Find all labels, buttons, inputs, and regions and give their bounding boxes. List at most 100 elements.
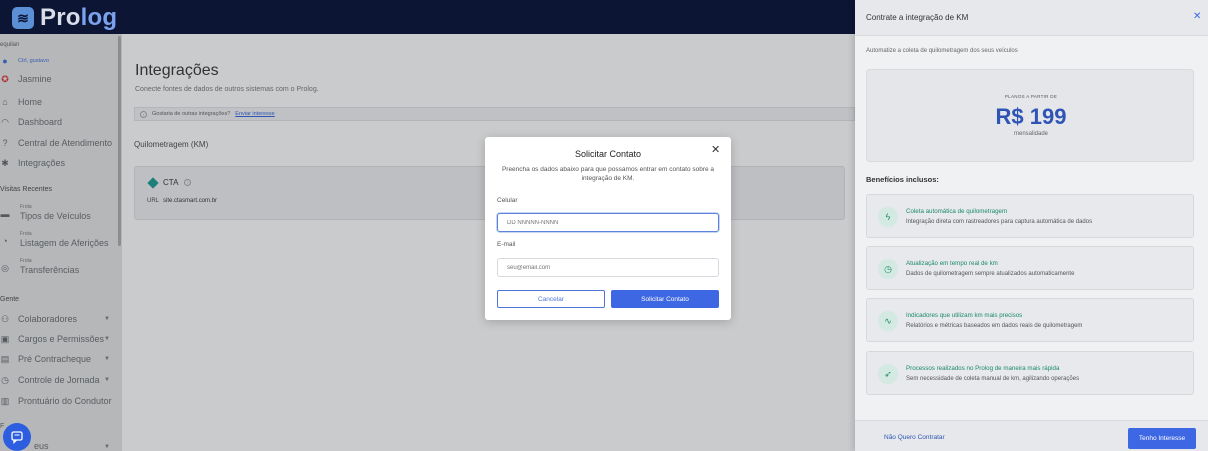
chevron-down-icon: ▼ <box>104 316 110 322</box>
sidebar-context-label: equilan <box>0 42 20 48</box>
benefit-item: ➶ Processos realizados no Prolog de mane… <box>866 351 1194 395</box>
sidebar-item-central-atendimento[interactable]: ? Central de Atendimento <box>0 135 112 151</box>
sidebar-item-home[interactable]: ⌂ Home <box>0 94 42 110</box>
benefit-title: Atualização em tempo real de km <box>906 260 998 267</box>
decline-button[interactable]: Não Quero Contratar <box>884 434 945 441</box>
url-value: site.ctasmart.com.br <box>163 198 218 204</box>
sidebar-item-label: Central de Atendimento <box>18 138 113 148</box>
sidebar-item-colaboradores[interactable]: ⚇ Colaboradores <box>0 311 77 327</box>
help-circle-icon: ? <box>2 138 8 148</box>
user-icon: ● <box>2 56 8 66</box>
benefit-title: Coleta automática de quilometragem <box>906 208 1008 215</box>
id-card-icon: ▣ <box>0 333 10 344</box>
info-icon: i <box>140 110 147 118</box>
recent-item-category: Frota <box>20 204 32 210</box>
cancel-button[interactable]: Cancelar <box>497 290 605 308</box>
close-icon[interactable]: ✕ <box>711 143 720 156</box>
drawer-title: Contrate a integração de KM <box>866 13 969 22</box>
clock-search-icon: ◷ <box>1 374 9 385</box>
send-interest-link[interactable]: Enviar interesse <box>235 111 274 117</box>
benefit-description: Relatórios e métricas baseados em dados … <box>906 323 1083 329</box>
integration-url: URL site.ctasmart.com.br <box>147 198 217 204</box>
chat-button[interactable] <box>3 423 31 451</box>
email-label: E-mail <box>497 241 516 248</box>
sidebar-item-label: Dashboard <box>18 117 63 127</box>
company-badge-icon: ✪ <box>1 73 9 84</box>
benefit-description: Dados de quilometragem sempre atualizado… <box>906 271 1075 277</box>
benefit-item: ∿ Indicadores que utilizam km mais preci… <box>866 298 1194 342</box>
rocket-icon: ➶ <box>878 364 898 384</box>
sidebar-item-label: Cargos e Permissões <box>18 334 105 344</box>
interest-button[interactable]: Tenho Interesse <box>1128 428 1196 449</box>
lightning-icon: ϟ <box>878 207 898 227</box>
recent-item-category: Frota <box>20 258 32 264</box>
price-prefix: PLANOS A PARTIR DE <box>1004 94 1058 99</box>
price-value: R$ 199 <box>995 104 1067 129</box>
sidebar-item-pre-contracheque[interactable]: ▤ Pré Contracheque <box>0 351 91 367</box>
price-suffix: mensalidade <box>1013 131 1049 137</box>
prolog-logo[interactable]: ≋ Prolog <box>12 4 117 32</box>
sidebar-item-label: eus <box>34 441 49 451</box>
sidebar-item-prontuario-condutor[interactable]: ▥ Prontuário do Condutor <box>0 393 112 409</box>
benefit-item: ◷ Atualização em tempo real de km Dados … <box>866 246 1194 290</box>
clock-icon: ◷ <box>878 259 898 279</box>
sidebar-item-label: Jasmine <box>18 74 52 84</box>
users-icon: ⚇ <box>0 313 10 324</box>
sidebar-item-controle-jornada[interactable]: ◷ Controle de Jornada <box>0 372 100 388</box>
phone-label: Celular <box>497 197 518 204</box>
sidebar-item-label: Controle de Jornada <box>18 375 100 385</box>
phone-input[interactable] <box>497 213 719 232</box>
request-contact-button[interactable]: Solicitar Contato <box>611 290 719 308</box>
recent-item-label: Listagem de Aferições <box>20 238 109 248</box>
recent-item-transferencias[interactable]: ◎ Frota Transferências <box>0 258 79 275</box>
drawer-subtitle: Automatize a coleta de quilometragem dos… <box>866 48 1018 54</box>
recent-item-tipos-veiculos[interactable]: ▬ Frota Tipos de Veículos <box>0 204 91 221</box>
tire-icon: ◎ <box>1 262 9 273</box>
recent-item-label: Transferências <box>20 265 80 275</box>
sidebar-item-jasmine[interactable]: ✪ Jasmine <box>0 71 52 87</box>
email-input[interactable] <box>497 258 719 277</box>
drawer-footer: Não Quero Contratar Tenho Interesse <box>855 420 1208 451</box>
activity-icon: ∿ <box>878 311 898 331</box>
chevron-down-icon: ▼ <box>104 377 110 383</box>
sidebar-item-bottom[interactable]: eus <box>34 438 49 451</box>
section-title-km: Quilometragem (KM) <box>134 140 209 149</box>
info-banner: i Gostaria de outras integrações? Enviar… <box>134 107 855 121</box>
km-integration-drawer: Contrate a integração de KM ✕ Automatize… <box>855 0 1208 451</box>
integration-name-text: CTA <box>163 178 179 187</box>
benefit-description: Sem necessidade de coleta manual de km, … <box>906 376 1080 382</box>
contact-request-modal: Solicitar Contato ✕ Preencha os dados ab… <box>485 137 731 320</box>
recent-item-category: Frota <box>20 231 32 237</box>
logo-text: Prolog <box>40 4 118 31</box>
sidebar-item-label: Integrações <box>18 158 66 168</box>
truck-icon: ▬ <box>0 209 10 219</box>
info-text: Gostaria de outras integrações? <box>152 111 231 117</box>
modal-description: Preencha os dados abaixo para que possam… <box>501 166 715 182</box>
sidebar-scrollbar[interactable] <box>118 36 121 246</box>
sidebar-bottom-category: F <box>0 423 5 430</box>
sidebar-item-cargos-permissoes[interactable]: ▣ Cargos e Permissões <box>0 331 104 347</box>
sidebar-item-dashboard[interactable]: ◠ Dashboard <box>0 114 62 130</box>
sidebar-item-integracoes[interactable]: ✱ Integrações <box>0 155 65 171</box>
chevron-down-icon: ▼ <box>104 356 110 362</box>
home-icon: ⌂ <box>2 97 8 107</box>
recent-item-listagem-afericoes[interactable]: ◔ Frota Listagem de Aferições <box>0 231 109 248</box>
pricing-box: PLANOS A PARTIR DE R$ 199 mensalidade <box>866 69 1194 162</box>
recent-visits-heading: Visitas Recentes <box>0 186 53 193</box>
benefits-heading: Benefícios inclusos: <box>866 175 939 184</box>
chat-icon <box>11 431 23 444</box>
sidebar-user[interactable]: ● Ctrl, gustavo <box>0 56 49 66</box>
benefit-title: Processos realizados no Prolog de maneir… <box>906 365 1060 372</box>
help-circle-icon[interactable]: ? <box>184 179 192 186</box>
prolog-logo-icon: ≋ <box>12 7 34 29</box>
url-label: URL <box>147 198 160 204</box>
sidebar-item-label: Colaboradores <box>18 314 78 324</box>
benefit-item: ϟ Coleta automática de quilometragem Int… <box>866 194 1194 238</box>
sidebar-item-label: Pré Contracheque <box>18 354 92 364</box>
gauge-icon: ◠ <box>1 116 9 127</box>
benefit-title: Indicadores que utilizam km mais preciso… <box>906 312 1023 319</box>
close-icon[interactable]: ✕ <box>1193 11 1201 22</box>
page-title: Integrações <box>135 62 219 79</box>
puzzle-icon: ✱ <box>1 157 9 168</box>
people-heading: Gente <box>0 296 20 303</box>
